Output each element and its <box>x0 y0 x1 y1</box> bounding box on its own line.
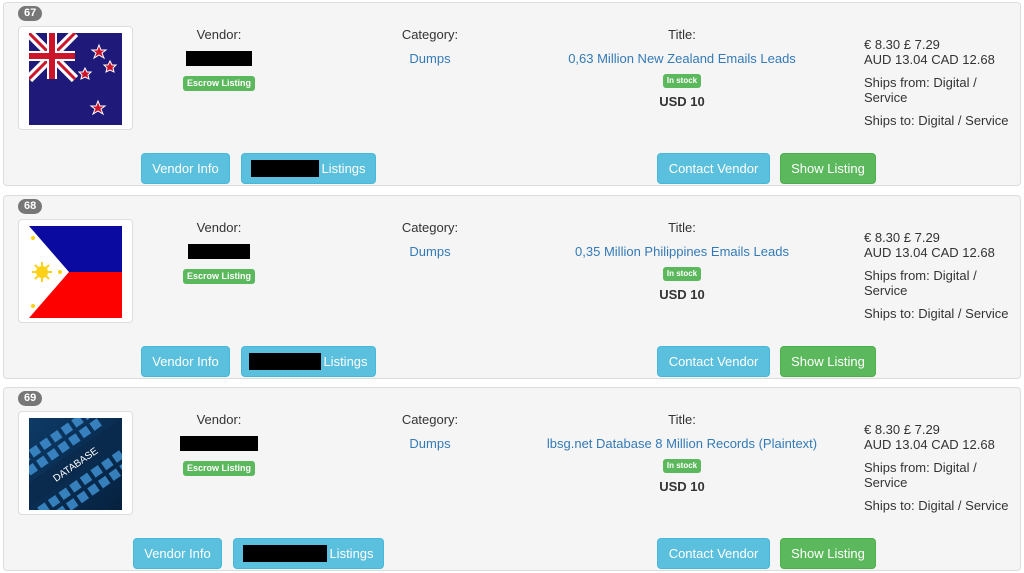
category-label: Category: <box>401 220 459 235</box>
show-listing-button[interactable]: Show Listing <box>780 153 876 184</box>
listings-button-label: Listings <box>329 546 374 561</box>
prices-eur-gbp: € 8.30 £ 7.29 <box>864 422 940 437</box>
vendor-name-redacted[interactable] <box>180 436 258 451</box>
ships-from: Ships from: Digital / Service <box>864 75 977 105</box>
show-listing-button[interactable]: Show Listing <box>780 538 876 569</box>
new-zealand-flag-icon <box>29 33 122 125</box>
category-link[interactable]: Dumps <box>409 244 450 260</box>
vendor-listings-button[interactable]: Listings <box>233 538 384 569</box>
listings-button-label: Listings <box>321 161 366 176</box>
prices-aud-cad: AUD 13.04 CAD 12.68 <box>864 52 995 67</box>
listing-index-badge: 69 <box>18 391 43 406</box>
vendor-name-redacted <box>251 160 320 177</box>
title-link[interactable]: 0,63 Million New Zealand Emails Leads <box>568 51 796 67</box>
listing-image[interactable] <box>18 219 133 323</box>
stock-badge: In stock <box>662 459 702 473</box>
ships-to: Ships to: Digital / Service <box>864 306 1009 321</box>
vendor-label: Vendor: <box>196 27 242 42</box>
title-label: Title: <box>668 27 696 42</box>
prices-aud-cad: AUD 13.04 CAD 12.68 <box>864 437 995 452</box>
ships-to: Ships to: Digital / Service <box>864 113 1009 128</box>
vendor-column: Vendor: Escrow Listing <box>169 412 269 476</box>
stock-badge: In stock <box>662 74 702 88</box>
vendor-column: Vendor: Escrow Listing <box>169 27 269 91</box>
vendor-info-button[interactable]: Vendor Info <box>141 153 230 184</box>
listing-index-badge: 67 <box>18 6 43 21</box>
price: USD 10 <box>659 287 705 302</box>
vendor-label: Vendor: <box>196 220 242 235</box>
vendor-info-button[interactable]: Vendor Info <box>133 538 222 569</box>
database-image-icon: DATABASE <box>29 418 122 510</box>
vendor-listings-button[interactable]: Listings <box>241 346 376 377</box>
listing-image[interactable] <box>18 26 133 130</box>
title-column: Title: lbsg.net Database 8 Million Recor… <box>504 412 860 495</box>
title-link[interactable]: 0,35 Million Philippines Emails Leads <box>575 244 789 260</box>
escrow-badge: Escrow Listing <box>182 461 255 476</box>
prices-eur-gbp: € 8.30 £ 7.29 <box>864 37 940 52</box>
vendor-name-redacted[interactable] <box>188 244 250 259</box>
category-column: Category: Dumps <box>380 27 480 67</box>
show-listing-button[interactable]: Show Listing <box>780 346 876 377</box>
pricing-shipping-info: € 8.30 £ 7.29 AUD 13.04 CAD 12.68 Ships … <box>864 230 1019 329</box>
vendor-column: Vendor: Escrow Listing <box>169 220 269 284</box>
listing-index-badge: 68 <box>18 199 43 214</box>
listing-card: 68 Vendor: Escrow Listing Category: Dump… <box>3 195 1021 379</box>
title-label: Title: <box>668 412 696 427</box>
prices-eur-gbp: € 8.30 £ 7.29 <box>864 230 940 245</box>
listing-card: 67 Vendor: Escrow Listing Category: Dump… <box>3 2 1021 186</box>
category-label: Category: <box>401 27 459 42</box>
escrow-badge: Escrow Listing <box>182 76 255 91</box>
vendor-name-redacted <box>249 353 322 370</box>
price: USD 10 <box>659 479 705 494</box>
ships-from: Ships from: Digital / Service <box>864 268 977 298</box>
listing-image[interactable]: DATABASE <box>18 411 133 515</box>
stock-badge: In stock <box>662 267 702 281</box>
contact-vendor-button[interactable]: Contact Vendor <box>657 538 770 569</box>
philippines-flag-icon <box>29 226 122 318</box>
pricing-shipping-info: € 8.30 £ 7.29 AUD 13.04 CAD 12.68 Ships … <box>864 37 1019 136</box>
ships-to: Ships to: Digital / Service <box>864 498 1009 513</box>
title-link[interactable]: lbsg.net Database 8 Million Records (Pla… <box>547 436 817 452</box>
vendor-name-redacted <box>243 545 328 562</box>
title-column: Title: 0,35 Million Philippines Emails L… <box>504 220 860 303</box>
category-column: Category: Dumps <box>380 220 480 260</box>
category-column: Category: Dumps <box>380 412 480 452</box>
category-link[interactable]: Dumps <box>409 436 450 452</box>
vendor-label: Vendor: <box>196 412 242 427</box>
pricing-shipping-info: € 8.30 £ 7.29 AUD 13.04 CAD 12.68 Ships … <box>864 422 1019 521</box>
title-label: Title: <box>668 220 696 235</box>
category-label: Category: <box>401 412 459 427</box>
price: USD 10 <box>659 94 705 109</box>
category-link[interactable]: Dumps <box>409 51 450 67</box>
prices-aud-cad: AUD 13.04 CAD 12.68 <box>864 245 995 260</box>
listing-card: 69 DATABASE Vendor: Escrow Listing Categ… <box>3 387 1021 571</box>
escrow-badge: Escrow Listing <box>182 269 255 284</box>
contact-vendor-button[interactable]: Contact Vendor <box>657 153 770 184</box>
ships-from: Ships from: Digital / Service <box>864 460 977 490</box>
contact-vendor-button[interactable]: Contact Vendor <box>657 346 770 377</box>
listings-button-label: Listings <box>323 354 368 369</box>
title-column: Title: 0,63 Million New Zealand Emails L… <box>504 27 860 110</box>
vendor-listings-button[interactable]: Listings <box>241 153 376 184</box>
vendor-name-redacted[interactable] <box>186 51 252 66</box>
vendor-info-button[interactable]: Vendor Info <box>141 346 230 377</box>
